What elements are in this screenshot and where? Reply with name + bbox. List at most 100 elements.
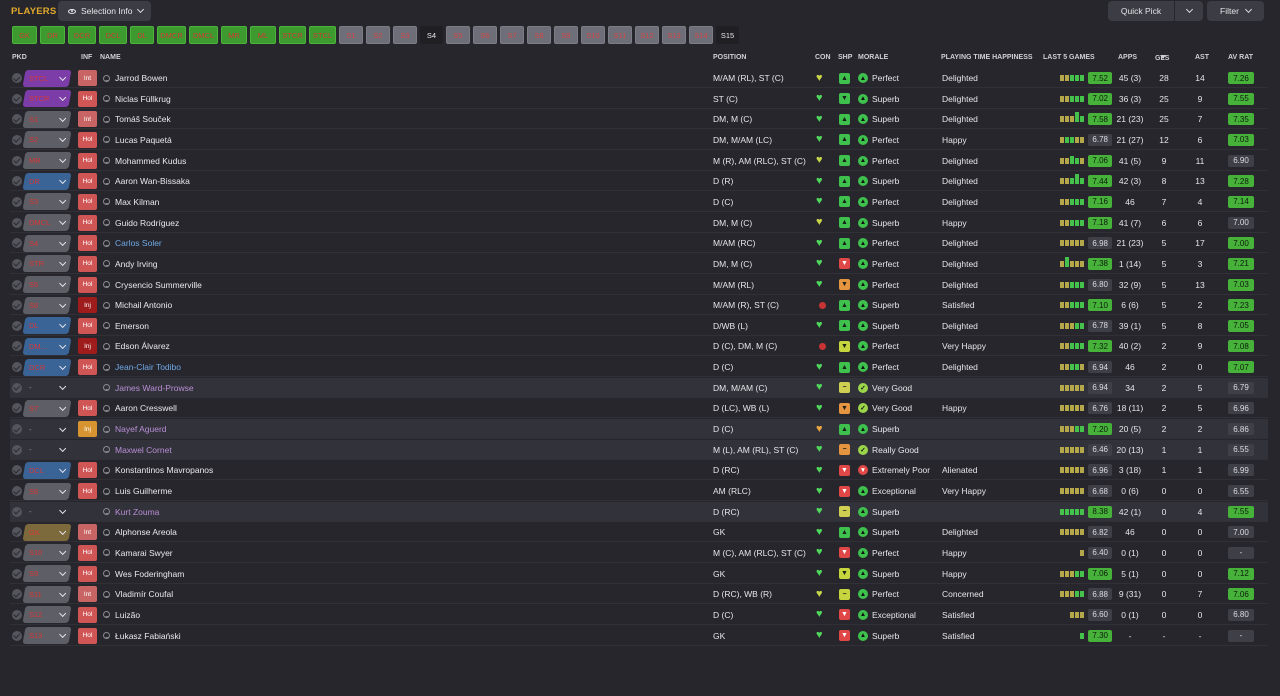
select-checkbox[interactable] — [12, 258, 22, 269]
table-row[interactable]: - James Ward-Prowse DM, M/AM (C) ♥ − ✓ Ve… — [10, 377, 1268, 398]
select-checkbox[interactable] — [12, 279, 22, 290]
picked-position-select[interactable]: S10 — [22, 544, 72, 562]
table-row[interactable]: DCR Hol Jean-Clair Todibo D (C) ♥ ▲ ▲ Per… — [10, 357, 1268, 378]
picked-position-select[interactable]: S3 — [22, 193, 72, 211]
position-button[interactable]: S2 — [366, 26, 390, 44]
table-row[interactable]: DCL Hol Konstantinos Mavropanos D (RC) ♥… — [10, 460, 1268, 481]
select-checkbox[interactable] — [12, 196, 22, 207]
select-checkbox[interactable] — [12, 609, 22, 620]
picked-position-select[interactable]: STCL — [22, 69, 72, 87]
picked-position-select[interactable]: MR — [22, 152, 72, 170]
table-row[interactable]: S4 Hol Carlos Soler M/AM (RC) ♥ ▲ ▲ Perfe… — [10, 233, 1268, 254]
player-name[interactable]: Kamarai Swyer — [115, 548, 173, 558]
select-checkbox[interactable] — [12, 465, 22, 476]
position-button[interactable]: S15 — [716, 26, 739, 44]
position-button[interactable]: DCL — [99, 26, 127, 44]
col-name[interactable]: NAME — [100, 54, 121, 61]
player-name[interactable]: Tomáš Souček — [115, 114, 171, 124]
player-name[interactable]: Jarrod Bowen — [115, 73, 167, 83]
table-row[interactable]: DM... Inj Edson Álvarez D (C), DM, M (C)… — [10, 336, 1268, 357]
table-row[interactable]: S11 Int Vladimír Coufal D (RC), WB (R) ♥… — [10, 584, 1268, 605]
table-row[interactable]: - Kurt Zouma D (RC) ♥ − ▲ Superb 8.38 42 … — [10, 501, 1268, 522]
picked-position-select[interactable]: S1 — [22, 110, 72, 128]
position-button[interactable]: S13 — [662, 26, 686, 44]
table-row[interactable]: - Inj Nayef Aguerd D (C) ♥ ▲ ▲ Superb 7.2… — [10, 419, 1268, 440]
table-row[interactable]: S13 Hol Łukasz Fabiański GK ♥ ▼ ▲ Superb … — [10, 626, 1268, 646]
col-playing-time-happiness[interactable]: PLAYING TIME HAPPINESS — [941, 54, 1033, 61]
select-checkbox[interactable] — [12, 320, 22, 331]
table-row[interactable]: S6 Inj Michail Antonio M/AM (R), ST (C) … — [10, 295, 1268, 316]
select-checkbox[interactable] — [12, 114, 22, 125]
select-checkbox[interactable] — [12, 155, 22, 166]
picked-position-select[interactable]: DM... — [22, 337, 72, 355]
select-checkbox[interactable] — [12, 486, 22, 496]
player-name[interactable]: Maxwel Cornet — [115, 445, 172, 455]
picked-position-select[interactable]: DL — [22, 317, 72, 335]
player-name[interactable]: Andy Irving — [115, 259, 158, 269]
position-button[interactable]: DMCL — [189, 26, 218, 44]
select-checkbox[interactable] — [12, 424, 22, 435]
picked-position-select[interactable]: - — [23, 503, 72, 520]
player-name[interactable]: Edson Álvarez — [115, 341, 170, 351]
picked-position-select[interactable]: S7 — [22, 399, 72, 417]
table-row[interactable]: STCL Int Jarrod Bowen M/AM (RL), ST (C) … — [10, 68, 1268, 88]
select-checkbox[interactable] — [12, 589, 22, 600]
player-name[interactable]: James Ward-Prowse — [115, 383, 194, 393]
col-con[interactable]: CON — [815, 54, 831, 61]
player-name[interactable]: Carlos Soler — [115, 238, 162, 248]
col-last5[interactable]: LAST 5 GAMES — [1043, 54, 1095, 61]
player-name[interactable]: Łukasz Fabiański — [115, 631, 181, 641]
picked-position-select[interactable]: - — [23, 379, 72, 396]
select-checkbox[interactable] — [12, 93, 22, 104]
select-checkbox[interactable] — [12, 341, 22, 352]
position-button[interactable]: DR — [40, 26, 65, 44]
position-button[interactable]: S6 — [473, 26, 497, 44]
select-checkbox[interactable] — [12, 73, 22, 83]
select-checkbox[interactable] — [12, 403, 22, 414]
table-row[interactable]: MR Hol Mohammed Kudus M (R), AM (RLC), S… — [10, 151, 1268, 171]
table-row[interactable]: S3 Hol Max Kilman D (C) ♥ ▲ ▲ Perfect Del… — [10, 192, 1268, 212]
table-row[interactable]: - Maxwel Cornet M (L), AM (RL), ST (C) ♥… — [10, 439, 1268, 460]
player-name[interactable]: Kurt Zouma — [115, 507, 159, 517]
filter-button[interactable]: Filter — [1207, 1, 1264, 21]
select-checkbox[interactable] — [12, 238, 22, 249]
select-checkbox[interactable] — [12, 527, 22, 538]
position-button[interactable]: S3 — [393, 26, 417, 44]
picked-position-select[interactable]: DCL — [22, 461, 72, 479]
table-row[interactable]: S1 Int Tomáš Souček DM, M (C) ♥ ▲ ▲ Super… — [10, 109, 1268, 130]
table-row[interactable]: GK Int Alphonse Areola GK ♥ ▲ ▲ Superb De… — [10, 522, 1268, 543]
player-name[interactable]: Aaron Cresswell — [115, 403, 177, 413]
position-button[interactable]: STCL — [309, 26, 336, 44]
select-checkbox[interactable] — [12, 444, 22, 455]
player-name[interactable]: Luizão — [115, 610, 140, 620]
select-checkbox[interactable] — [12, 176, 22, 187]
table-row[interactable]: S10 Hol Kamarai Swyer M (C), AM (RLC), S… — [10, 543, 1268, 563]
position-button[interactable]: S4 — [420, 26, 443, 44]
table-row[interactable]: S12 Hol Luizão D (C) ♥ ▼ ▲ Exceptional Sa… — [10, 605, 1268, 625]
select-checkbox[interactable] — [12, 362, 22, 373]
position-button[interactable]: MR — [221, 26, 247, 44]
col-inf[interactable]: INF — [81, 54, 92, 61]
col-morale[interactable]: MORALE — [858, 54, 888, 61]
quick-pick-button[interactable]: Quick Pick — [1108, 1, 1174, 21]
picked-position-select[interactable]: DMCL — [22, 214, 72, 232]
select-checkbox[interactable] — [12, 630, 22, 641]
position-button[interactable]: ML — [250, 26, 276, 44]
table-row[interactable]: S2 Hol Lucas Paquetá DM, M/AM (LC) ♥ ▲ ▲… — [10, 130, 1268, 150]
position-button[interactable]: S8 — [527, 26, 551, 44]
picked-position-select[interactable]: STR — [22, 255, 72, 273]
selection-info-button[interactable]: Selection Info — [58, 1, 151, 21]
player-name[interactable]: Luis Guilherme — [115, 486, 172, 496]
col-apps[interactable]: APPS — [1118, 54, 1137, 61]
position-button[interactable]: S12 — [635, 26, 659, 44]
player-name[interactable]: Max Kilman — [115, 197, 159, 207]
col-shp[interactable]: SHP — [838, 54, 852, 61]
select-checkbox[interactable] — [12, 506, 22, 517]
table-row[interactable]: DMCL Hol Guido Rodríguez DM, M (C) ♥ ▲ ▲… — [10, 213, 1268, 233]
player-name[interactable]: Guido Rodríguez — [115, 218, 179, 228]
player-name[interactable]: Vladimír Coufal — [115, 589, 173, 599]
select-checkbox[interactable] — [12, 217, 22, 228]
player-name[interactable]: Nayef Aguerd — [115, 424, 167, 434]
player-name[interactable]: Emerson — [115, 321, 149, 331]
picked-position-select[interactable]: S5 — [22, 276, 72, 293]
